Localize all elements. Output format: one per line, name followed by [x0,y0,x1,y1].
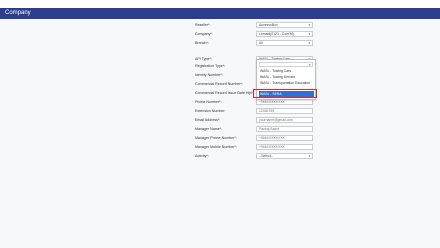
form-row: Extension Number: 12456789 [195,108,325,116]
chevron-down-icon: ▾ [308,32,310,36]
field-label: Company*: [195,32,213,36]
field-label: Branch*: [195,41,209,45]
field-input[interactable]: yourname@gmail.com [256,117,313,123]
field-value: --Select-- [259,154,273,158]
field-value: AccessoBox [259,23,278,27]
dropdown-option[interactable]: WASL - Transportation Education [259,80,314,86]
dropdown-search-input[interactable]: ⌕ [259,62,313,67]
field-value: Pankaj Basut [259,127,279,131]
field-value: All [259,41,263,45]
selected-option-highlight-box [253,89,317,98]
chevron-down-icon: ▾ [308,154,310,158]
field-label: Commercial Record Issue Date Hijri*: [195,91,255,95]
field-value: Lomadi(0123 - Com.M) [259,32,294,36]
field-select[interactable]: --Select-- ▾ [256,153,313,159]
field-label: Registration Type*: [195,64,226,68]
chevron-down-icon: ▾ [308,41,310,45]
field-value: 12456789 [259,109,275,113]
chevron-down-icon: ▾ [308,23,310,27]
form-row: Email Address*: yourname@gmail.com [195,117,325,125]
field-label: Reseller*: [195,23,211,27]
field-label: Activity*: [195,154,209,158]
field-label: Manager Name*: [195,127,223,131]
field-select[interactable]: AccessoBox ▾ [256,22,313,28]
field-value: +966XXXXXXXX [259,100,285,104]
field-value: +966XXXXXXXX [259,145,285,149]
form-row: Branch*: All ▾ [195,40,325,48]
form-row: Manager Phone Number*: +966XXXXXXXX [195,135,325,143]
field-label: API Type*: [195,57,212,61]
field-input[interactable]: Pankaj Basut [256,126,313,132]
field-select[interactable]: Lomadi(0123 - Com.M) ▾ [256,31,313,37]
search-icon: ⌕ [308,62,311,67]
field-label: Manager Mobile Number*: [195,145,237,149]
field-value: yourname@gmail.com [259,118,293,122]
form-row: Manager Name*: Pankaj Basut [195,126,325,134]
field-input[interactable]: 12456789 [256,108,313,114]
page-title: Company [5,10,31,16]
field-value: +966XXXXXXXX [259,136,285,140]
form-row: Phone Number*: +966XXXXXXXX [195,99,325,107]
form-row: Reseller*: AccessoBox ▾ [195,22,325,30]
field-label: Commercial Record Number*: [195,82,243,86]
field-label: Identity Number*: [195,73,223,77]
form-row: Manager Mobile Number*: +966XXXXXXXX [195,144,325,152]
field-select[interactable]: All ▾ [256,40,313,46]
form-row: Activity*: --Select-- ▾ [195,153,325,161]
field-label: Extension Number: [195,109,226,113]
field-label: Email Address*: [195,118,221,122]
form-row: Company*: Lomadi(0123 - Com.M) ▾ [195,31,325,39]
field-input[interactable]: +966XXXXXXXX [256,144,313,150]
field-label: Phone Number*: [195,100,222,104]
field-label: Manager Phone Number*: [195,136,237,140]
page-header: Company [0,8,440,19]
field-input[interactable]: +966XXXXXXXX [256,135,313,141]
